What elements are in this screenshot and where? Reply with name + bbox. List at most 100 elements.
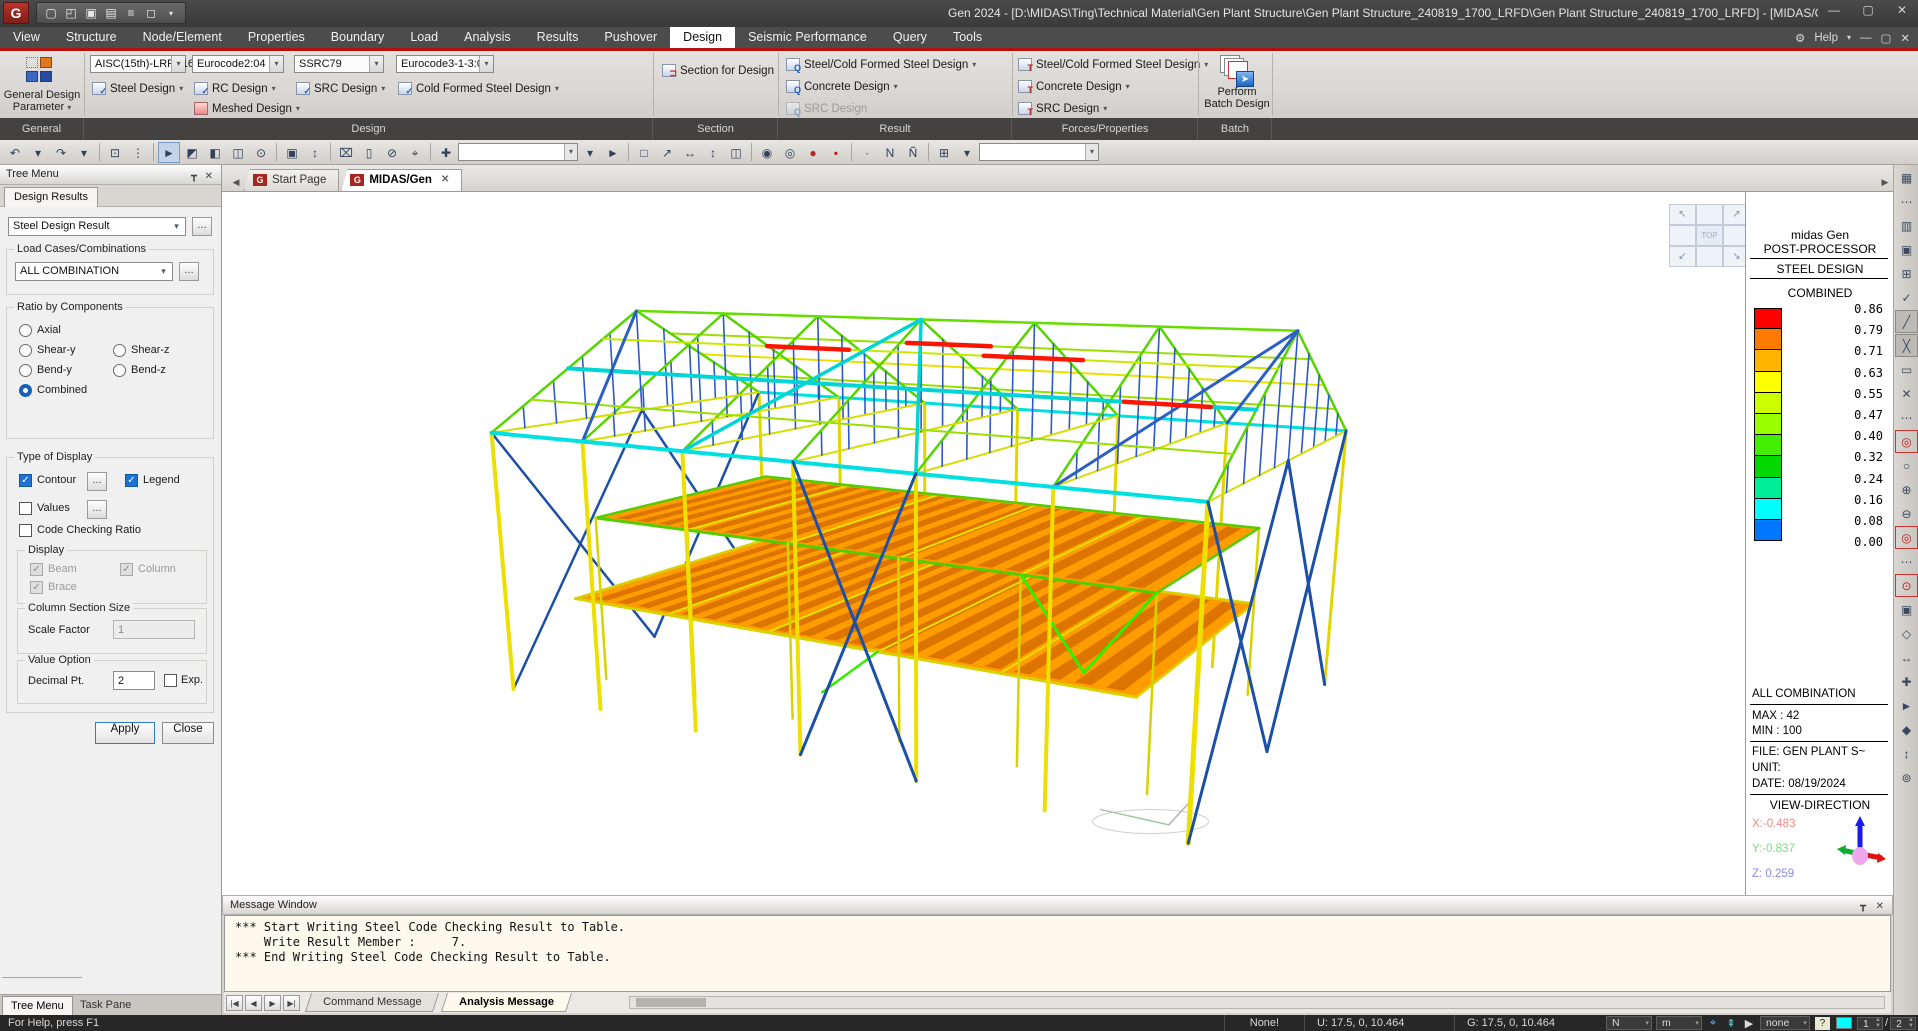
decimal-point-input[interactable] bbox=[113, 671, 155, 690]
toolbar-icon-38[interactable]: ∙ bbox=[856, 142, 878, 163]
print-icon[interactable]: ≡ bbox=[121, 6, 141, 20]
cold-formed-steel-design-button[interactable]: ✓Cold Formed Steel Design▾ bbox=[398, 79, 559, 98]
tab-close-icon[interactable]: ✕ bbox=[441, 174, 449, 185]
restore-button[interactable]: ▢ bbox=[1858, 3, 1878, 17]
toolbar-icon-8[interactable]: ► bbox=[158, 142, 180, 163]
right-toolbar-icon-24[interactable]: ↕ bbox=[1895, 742, 1918, 765]
app-logo-icon[interactable]: G bbox=[3, 2, 29, 24]
values-options-button[interactable]: … bbox=[87, 500, 107, 519]
msg-next-icon[interactable]: ▶ bbox=[264, 995, 281, 1011]
right-toolbar-icon-4[interactable]: ⊞ bbox=[1895, 262, 1918, 285]
force-unit-combo[interactable]: N▾ bbox=[1606, 1016, 1652, 1030]
toolbar-icon-20[interactable]: ⌖ bbox=[404, 142, 426, 163]
checkbox-exp[interactable] bbox=[164, 674, 177, 687]
right-toolbar-icon-13[interactable]: ⊕ bbox=[1895, 478, 1918, 501]
toolbar-icon-24[interactable]: ▾ bbox=[579, 142, 601, 163]
right-toolbar-icon-1[interactable]: ⋯ bbox=[1895, 190, 1918, 213]
section-for-design-button[interactable]: ⊐Section for Design bbox=[662, 61, 774, 80]
save-all-icon[interactable]: ▣ bbox=[81, 6, 101, 20]
design-result-combo[interactable]: Steel Design Result▾ bbox=[8, 217, 186, 236]
tab-command-message[interactable]: Command Message bbox=[305, 993, 440, 1012]
checkbox-contour[interactable]: ✓ bbox=[19, 474, 32, 487]
new-file-icon[interactable]: ▢ bbox=[41, 6, 61, 20]
minimize-button[interactable]: — bbox=[1824, 3, 1844, 17]
toolbar-icon-42[interactable]: ⊞ bbox=[933, 142, 955, 163]
right-toolbar-icon-21[interactable]: ✚ bbox=[1895, 670, 1918, 693]
cold-formed-code-combo[interactable]: Eurocode3-1-3:06▾ bbox=[396, 55, 494, 73]
menu-structure[interactable]: Structure bbox=[53, 27, 130, 48]
menu-tools[interactable]: Tools bbox=[940, 27, 995, 48]
menu-pushover[interactable]: Pushover bbox=[591, 27, 670, 48]
toolbar-icon-14[interactable]: ▣ bbox=[281, 142, 303, 163]
toolbar-icon-31[interactable]: ◫ bbox=[725, 142, 747, 163]
right-toolbar-icon-18[interactable]: ▣ bbox=[1895, 598, 1918, 621]
menu-load[interactable]: Load bbox=[397, 27, 451, 48]
radio-combined[interactable] bbox=[19, 384, 32, 397]
right-toolbar-icon-0[interactable]: ▦ bbox=[1895, 166, 1918, 189]
right-toolbar-icon-14[interactable]: ⊖ bbox=[1895, 502, 1918, 525]
design-result-more-button[interactable]: … bbox=[192, 217, 212, 236]
right-toolbar-icon-16[interactable]: ⋯ bbox=[1895, 550, 1918, 573]
mdi-minimize-button[interactable]: — bbox=[1860, 32, 1872, 44]
model-3d-view[interactable] bbox=[222, 192, 1893, 895]
tab-midas-gen[interactable]: GMIDAS/Gen✕ bbox=[341, 169, 462, 191]
view-top-icon[interactable]: TOP bbox=[1696, 225, 1723, 246]
toolbar-icon-12[interactable]: ⊙ bbox=[250, 142, 272, 163]
toolbar-icon-43[interactable]: ▾ bbox=[956, 142, 978, 163]
radio-bend-y[interactable] bbox=[19, 364, 32, 377]
print-preview-icon[interactable]: ◻ bbox=[141, 6, 161, 20]
toolbar-icon-3[interactable]: ▾ bbox=[73, 142, 95, 163]
message-scrollbar[interactable] bbox=[629, 996, 1885, 1009]
right-toolbar-icon-19[interactable]: ◇ bbox=[1895, 622, 1918, 645]
result-steel-button[interactable]: QSteel/Cold Formed Steel Design▾ bbox=[786, 55, 976, 74]
contour-options-button[interactable]: … bbox=[87, 472, 107, 491]
tab-scroll-right-icon[interactable]: ▶ bbox=[1877, 173, 1893, 191]
tab-task-pane[interactable]: Task Pane bbox=[72, 996, 139, 1015]
right-toolbar-icon-3[interactable]: ▣ bbox=[1895, 238, 1918, 261]
view-cell[interactable] bbox=[1696, 204, 1723, 225]
toolbar-icon-27[interactable]: □ bbox=[633, 142, 655, 163]
toolbar-icon-28[interactable]: ↗ bbox=[656, 142, 678, 163]
snap-element-icon[interactable]: ⇞ bbox=[1722, 1017, 1740, 1030]
toolbar-icon-18[interactable]: ▯ bbox=[358, 142, 380, 163]
radio-bend-z[interactable] bbox=[113, 364, 126, 377]
query-help-button[interactable]: ? bbox=[1815, 1017, 1830, 1030]
pin-icon[interactable]: ┳ bbox=[191, 167, 197, 186]
menu-seismic-performance[interactable]: Seismic Performance bbox=[735, 27, 880, 48]
src-code-combo[interactable]: SSRC79▾ bbox=[294, 55, 384, 73]
right-toolbar-icon-10[interactable]: ⋯ bbox=[1895, 406, 1918, 429]
toolbar-icon-39[interactable]: N bbox=[879, 142, 901, 163]
radio-axial[interactable] bbox=[19, 324, 32, 337]
menu-node-element[interactable]: Node/Element bbox=[130, 27, 235, 48]
toolbar-icon-1[interactable]: ▾ bbox=[27, 142, 49, 163]
toolbar-icon-33[interactable]: ◉ bbox=[756, 142, 778, 163]
help-chevron-icon[interactable]: ▾ bbox=[1847, 33, 1851, 42]
menu-properties[interactable]: Properties bbox=[235, 27, 318, 48]
msg-first-icon[interactable]: |◀ bbox=[226, 995, 243, 1011]
open-file-icon[interactable]: ◰ bbox=[61, 6, 81, 20]
toolbar-icon-19[interactable]: ⊘ bbox=[381, 142, 403, 163]
close-button-panel[interactable]: Close bbox=[162, 722, 214, 744]
view--icon[interactable]: ↙ bbox=[1669, 246, 1696, 267]
snap-node-icon[interactable]: ⌖ bbox=[1704, 1017, 1722, 1030]
right-toolbar-icon-9[interactable]: ✕ bbox=[1895, 382, 1918, 405]
toolbar-icon-22[interactable]: ✚ bbox=[435, 142, 457, 163]
right-toolbar-icon-5[interactable]: ✓ bbox=[1895, 286, 1918, 309]
right-toolbar-icon-22[interactable]: ► bbox=[1895, 694, 1918, 717]
toolbar-combo[interactable]: ▾ bbox=[979, 143, 1099, 161]
mode-combo[interactable]: none▾ bbox=[1760, 1016, 1810, 1030]
toolbar-icon-11[interactable]: ◫ bbox=[227, 142, 249, 163]
toolbar-combo[interactable]: ▾ bbox=[458, 143, 578, 161]
steel-code-combo[interactable]: AISC(15th)-LRFD16▾ bbox=[90, 55, 186, 73]
toolbar-icon-36[interactable]: ▪ bbox=[825, 142, 847, 163]
general-design-parameter-button[interactable]: General Design Parameter ▾ bbox=[0, 89, 84, 114]
menu-query[interactable]: Query bbox=[880, 27, 940, 48]
toolbar-icon-30[interactable]: ↕ bbox=[702, 142, 724, 163]
right-toolbar-icon-2[interactable]: ▥ bbox=[1895, 214, 1918, 237]
toolbar-icon-29[interactable]: ↔ bbox=[679, 142, 701, 163]
color-swatch[interactable] bbox=[1836, 1017, 1852, 1029]
qat-customize-icon[interactable]: ▾ bbox=[161, 9, 181, 18]
right-toolbar-icon-7[interactable]: ╳ bbox=[1895, 334, 1918, 357]
meshed-design-button[interactable]: Meshed Design▾ bbox=[194, 99, 300, 118]
tab-analysis-message[interactable]: Analysis Message bbox=[441, 993, 572, 1012]
